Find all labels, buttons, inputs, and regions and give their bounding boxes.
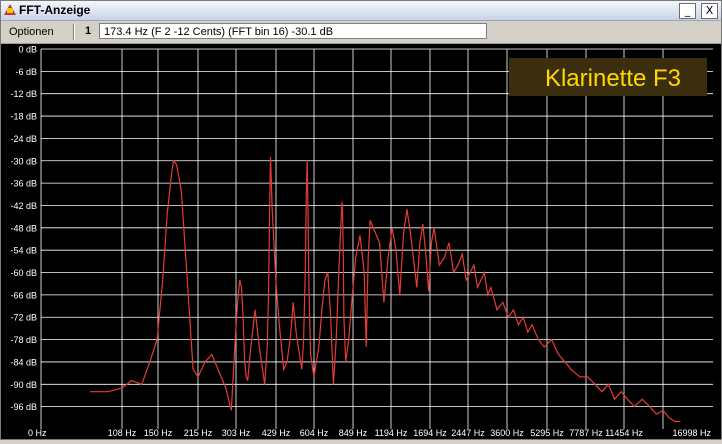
y-tick-label: 0 dB <box>18 45 37 55</box>
y-tick-label: -18 dB <box>10 112 37 122</box>
x-tick-label: 11454 Hz <box>605 428 643 438</box>
y-tick-label: -66 dB <box>10 290 37 300</box>
x-tick-label: 215 Hz <box>184 428 213 438</box>
x-tick-label: 150 Hz <box>144 428 173 438</box>
x-tick-label: 16998 Hz <box>672 428 711 438</box>
x-tick-label: 7787 Hz <box>569 428 603 438</box>
x-tick-label: 108 Hz <box>108 428 137 438</box>
y-tick-label: -60 dB <box>10 268 37 278</box>
menu-bar: Optionen 1 173.4 Hz (F 2 -12 Cents) (FFT… <box>1 21 721 44</box>
x-tick-label: 5295 Hz <box>530 428 564 438</box>
y-tick-label: -12 dB <box>10 89 37 99</box>
fft-spectrum-chart: 0 dB -6 dB -12 dB -18 dB -24 dB -30 dB -36 dB -… <box>10 45 713 438</box>
x-tick-label: 429 Hz <box>262 428 291 438</box>
y-tick-label: -72 dB <box>10 313 37 323</box>
overlay-label: Klarinette F3 <box>545 65 681 92</box>
y-tick-label: -96 dB <box>10 402 37 412</box>
y-tick-label: -30 dB <box>10 156 37 166</box>
y-tick-label: -42 dB <box>10 201 37 211</box>
y-tick-label: -48 dB <box>10 223 37 233</box>
x-axis-labels: 0 Hz 108 Hz 150 Hz 215 Hz 303 Hz 429 Hz 604 Hz… <box>28 428 711 438</box>
fft-window: FFT-Anzeige _ X Optionen 1 173.4 Hz (F 2… <box>0 0 722 440</box>
y-tick-label: -24 dB <box>10 134 37 144</box>
close-button[interactable]: X <box>701 3 718 19</box>
channel-number: 1 <box>85 25 92 37</box>
y-tick-label: -90 dB <box>10 380 37 390</box>
y-tick-label: -36 dB <box>10 179 37 189</box>
y-tick-label: -6 dB <box>15 67 37 77</box>
x-tick-label: 849 Hz <box>339 428 368 438</box>
menu-options[interactable]: Optionen <box>9 26 54 38</box>
x-tick-label: 3600 Hz <box>490 428 524 438</box>
chart-grid <box>40 48 713 429</box>
x-tick-label: 0 Hz <box>28 428 47 438</box>
app-icon[interactable] <box>4 4 16 15</box>
x-tick-label: 303 Hz <box>222 428 251 438</box>
frequency-readout: 173.4 Hz (F 2 -12 Cents) (FFT bin 16) -3… <box>99 23 487 39</box>
y-tick-label: -78 dB <box>10 335 37 345</box>
x-tick-label: 1694 Hz <box>413 428 447 438</box>
spectrum-trace <box>89 156 681 423</box>
minimize-button[interactable]: _ <box>679 3 696 19</box>
toolbar-separator <box>73 24 74 40</box>
fft-plot-area[interactable]: 0 dB -6 dB -12 dB -18 dB -24 dB -30 dB -36 dB -… <box>1 44 721 439</box>
x-tick-label: 2447 Hz <box>451 428 485 438</box>
x-tick-label: 604 Hz <box>300 428 329 438</box>
title-bar[interactable]: FFT-Anzeige _ X <box>1 1 721 21</box>
window-title: FFT-Anzeige <box>19 3 91 17</box>
y-axis-labels: 0 dB -6 dB -12 dB -18 dB -24 dB -30 dB -36 dB -… <box>10 45 37 413</box>
x-tick-label: 1194 Hz <box>375 428 408 438</box>
y-tick-label: -54 dB <box>10 246 37 256</box>
y-tick-label: -84 dB <box>10 357 37 367</box>
